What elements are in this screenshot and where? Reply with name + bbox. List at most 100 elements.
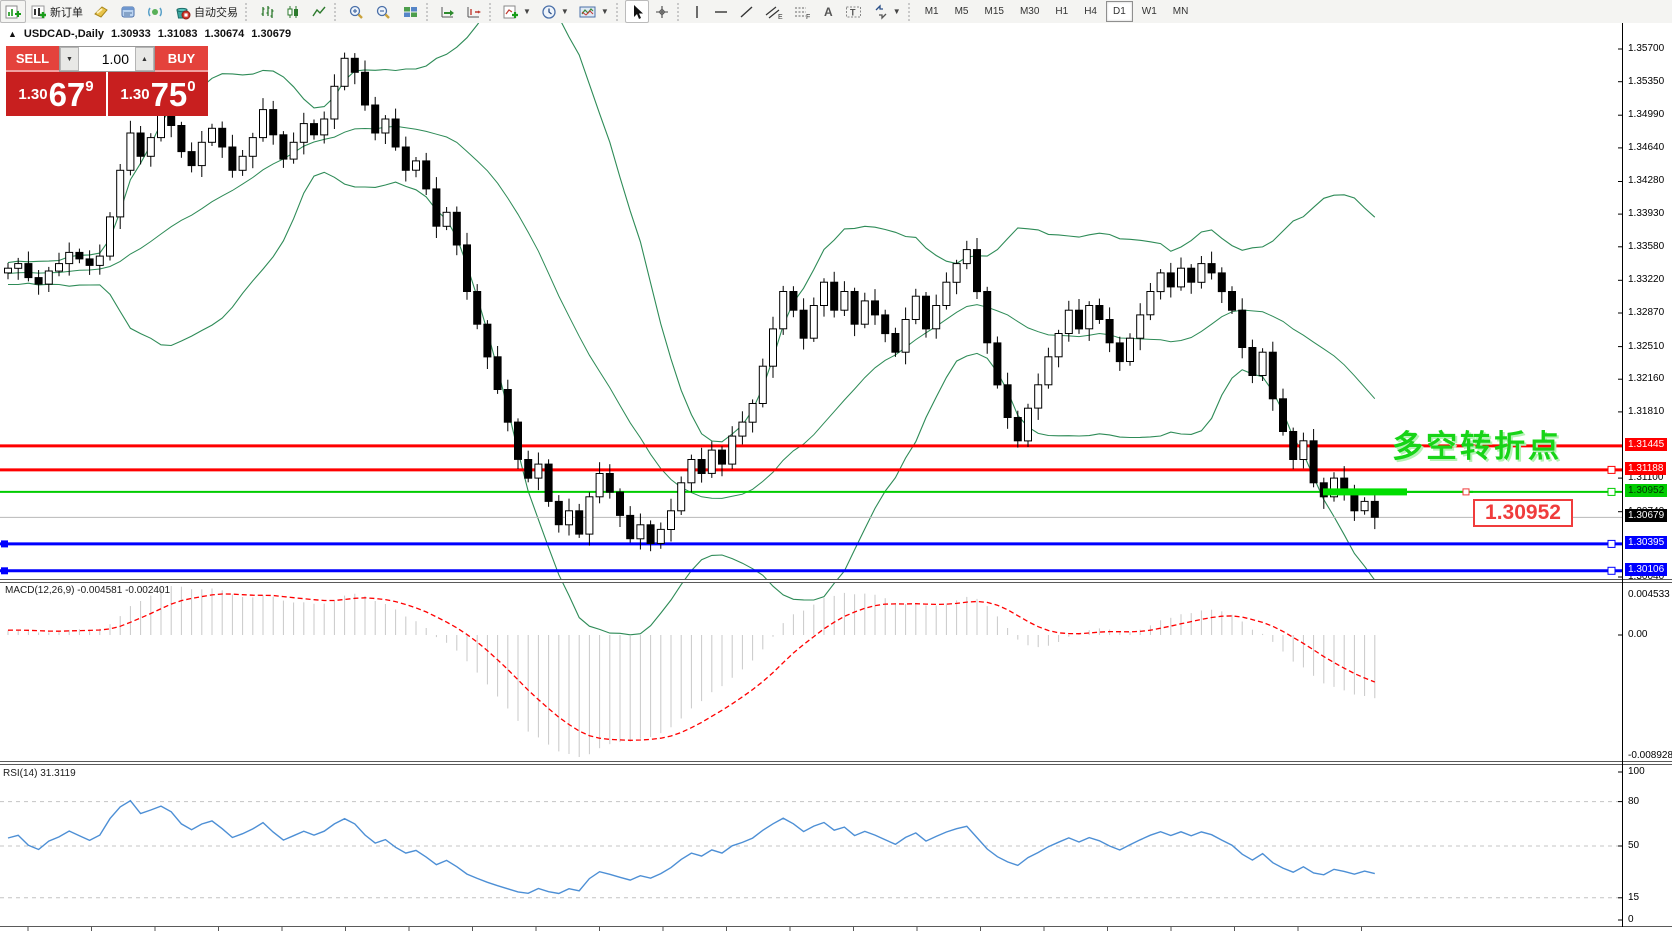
line-anchors[interactable]: [1, 466, 1615, 574]
price-tick-label: 1.33930: [1628, 208, 1664, 219]
timeframe-h1[interactable]: H1: [1048, 1, 1075, 22]
candlesticks: [5, 53, 1379, 552]
price-tick-label: 1.35700: [1628, 43, 1664, 54]
toolbar-separator: [908, 3, 915, 21]
periods-button[interactable]: ▼: [536, 0, 574, 23]
cursor-tool-button[interactable]: [625, 0, 649, 23]
ohlc-low: 1.30674: [205, 28, 245, 40]
zoom-in-button[interactable]: [343, 0, 370, 23]
ohlc-open: 1.30933: [111, 28, 151, 40]
bar-chart-mode-button[interactable]: [254, 0, 280, 23]
macd-zero-label: 0.00: [1628, 629, 1647, 640]
sell-price-big: 67: [49, 78, 86, 111]
text-tool[interactable]: A: [816, 0, 840, 23]
sell-price-pip: 9: [85, 78, 93, 95]
fibonacci-tool[interactable]: F: [788, 0, 816, 23]
line-chart-mode-button[interactable]: [306, 0, 332, 23]
symbol-title: USDCAD-,Daily: [24, 28, 104, 40]
pane-bottom-frame: [0, 926, 1672, 927]
price-badge: 1.30106: [1625, 563, 1667, 576]
timeframe-m5[interactable]: M5: [948, 1, 976, 22]
new-chart-icon: [5, 4, 21, 20]
tile-windows-button[interactable]: [397, 0, 424, 23]
rsi-level-label: 80: [1628, 796, 1639, 807]
svg-text:T: T: [850, 7, 856, 17]
svg-text:E: E: [778, 14, 783, 20]
arrows-icon: [873, 4, 889, 20]
price-tick-label: 1.32160: [1628, 373, 1664, 384]
arrows-tool[interactable]: ▼: [868, 0, 906, 23]
one-click-trading-panel: SELL ▼ 1.00 ▲ BUY 1.30 67 9 1.30 75 0: [6, 46, 208, 116]
templates-caret: ▼: [601, 7, 609, 16]
line-chart-icon: [311, 4, 327, 20]
price-badge: 1.31188: [1625, 462, 1666, 475]
macd-max-label: 0.004533: [1628, 589, 1670, 600]
buy-price-panel[interactable]: 1.30 75 0: [108, 72, 208, 116]
ohlc-high: 1.31083: [158, 28, 198, 40]
buy-button[interactable]: BUY: [155, 46, 208, 72]
candle-chart-mode-button[interactable]: [280, 0, 306, 23]
new-chart-button[interactable]: [0, 0, 26, 23]
timeframe-m1[interactable]: M1: [918, 1, 946, 22]
price-badge: 1.30952: [1625, 484, 1667, 497]
chart-area[interactable]: ▲ USDCAD-,Daily 1.30933 1.31083 1.30674 …: [0, 23, 1672, 949]
autotrading-button[interactable]: 自动交易: [169, 0, 243, 23]
toolbar-separator: [426, 3, 433, 21]
volume-value[interactable]: 1.00: [79, 47, 135, 71]
indicators-caret: ▼: [523, 7, 531, 16]
ohlc-close: 1.30679: [251, 28, 291, 40]
auto-scroll-icon: [440, 4, 456, 20]
timeframe-m15[interactable]: M15: [978, 1, 1011, 22]
collapse-triangle-icon[interactable]: ▲: [8, 29, 17, 39]
zoom-out-button[interactable]: [370, 0, 397, 23]
sell-button[interactable]: SELL: [6, 46, 59, 72]
sell-price-panel[interactable]: 1.30 67 9: [6, 72, 106, 116]
tile-windows-icon: [402, 4, 419, 20]
price-badge: 1.30679: [1625, 509, 1667, 522]
ohlc-header: ▲ USDCAD-,Daily 1.30933 1.31083 1.30674 …: [8, 28, 291, 40]
horizontal-lines[interactable]: [0, 446, 1622, 571]
volume-increase-button[interactable]: ▲: [135, 47, 154, 71]
macd-min-label: -0.008928: [1628, 750, 1672, 761]
pane-separator[interactable]: [0, 579, 1672, 583]
price-tick-label: 1.35350: [1628, 76, 1664, 87]
crosshair-tool-button[interactable]: [649, 0, 675, 23]
price-badge: 1.31445: [1625, 438, 1667, 451]
arrows-caret: ▼: [893, 7, 901, 16]
templates-button[interactable]: ▼: [574, 0, 614, 23]
macd-label: MACD(12,26,9) -0.004581 -0.002401: [5, 585, 170, 596]
price-tick-label: 1.33580: [1628, 241, 1664, 252]
buy-price-pip: 0: [187, 78, 195, 95]
toolbar-separator: [245, 3, 252, 21]
text-label-tool[interactable]: T: [840, 0, 868, 23]
chart-shift-button[interactable]: [461, 0, 487, 23]
new-order-label: 新订单: [50, 4, 83, 20]
timeframe-h4[interactable]: H4: [1077, 1, 1104, 22]
indicators-button[interactable]: ▼: [498, 0, 536, 23]
auto-scroll-button[interactable]: [435, 0, 461, 23]
trendline-tool[interactable]: [734, 0, 760, 23]
rsi-levels: [0, 802, 1622, 898]
timeframe-m30[interactable]: M30: [1013, 1, 1046, 22]
sell-price-prefix: 1.30: [18, 86, 47, 103]
timeframe-w1[interactable]: W1: [1135, 1, 1164, 22]
channel-tool[interactable]: E: [760, 0, 788, 23]
price-level-tag[interactable]: 1.30952: [1473, 499, 1573, 527]
pivot-highlight[interactable]: [1323, 488, 1473, 495]
navigator-button[interactable]: [142, 0, 169, 23]
data-window-button[interactable]: [115, 0, 142, 23]
timeframe-d1[interactable]: D1: [1106, 1, 1133, 22]
candlestick-icon: [285, 4, 301, 20]
market-watch-button[interactable]: [88, 0, 115, 23]
volume-decrease-button[interactable]: ▼: [60, 47, 79, 71]
horizontal-line-tool[interactable]: [708, 0, 734, 23]
svg-text:F: F: [806, 14, 810, 20]
timeframe-group: M1M5M15M30H1H4D1W1MN: [917, 1, 1197, 23]
new-order-button[interactable]: 新订单: [26, 0, 88, 23]
zoom-in-icon: [348, 4, 365, 20]
navigator-icon: [147, 4, 164, 20]
vertical-line-tool[interactable]: [686, 0, 708, 23]
pane-separator[interactable]: [0, 761, 1672, 765]
toolbar-separator: [616, 3, 623, 21]
timeframe-mn[interactable]: MN: [1166, 1, 1196, 22]
